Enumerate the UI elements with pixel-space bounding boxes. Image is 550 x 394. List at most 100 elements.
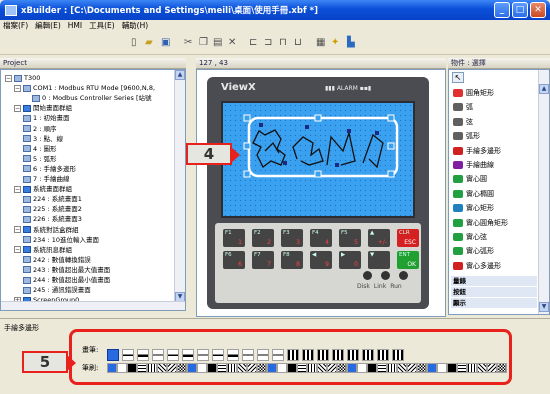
expand-toggle-icon[interactable]: −: [14, 226, 21, 233]
object-tool-item[interactable]: 弦: [453, 115, 473, 129]
object-tool-item[interactable]: 實心圓: [453, 172, 487, 186]
objects-vertical-scrollbar[interactable]: ▲ ▼: [538, 70, 549, 314]
tree-item[interactable]: 225 : 系統畫面2: [23, 204, 82, 214]
keypad-key[interactable]: F2 2: [252, 229, 274, 247]
menu-hmi[interactable]: HMI: [68, 20, 82, 32]
open-icon[interactable]: ▰: [145, 37, 153, 49]
object-tool-item[interactable]: 圓角矩形: [453, 86, 494, 100]
fill-pattern-swatch[interactable]: [377, 363, 387, 373]
fill-pattern-swatch[interactable]: [127, 363, 137, 373]
stroke-style-swatch[interactable]: [317, 349, 329, 361]
keypad-key[interactable]: ▶ 0: [339, 251, 361, 269]
object-tool-item[interactable]: 弧形: [453, 129, 480, 143]
pointer-tool-icon[interactable]: ↖: [452, 72, 464, 83]
keypad-key[interactable]: F4 4: [310, 229, 332, 247]
fill-pattern-swatch[interactable]: [457, 363, 467, 373]
expand-toggle-icon[interactable]: −: [5, 74, 12, 82]
object-tool-item[interactable]: 實心弧形: [453, 244, 494, 258]
expand-toggle-icon[interactable]: −: [14, 185, 21, 193]
fill-pattern-swatch[interactable]: [437, 363, 447, 373]
tree-item[interactable]: − T300: [5, 73, 40, 83]
menu-file[interactable]: 檔案(F): [3, 20, 28, 32]
object-section-header[interactable]: 顯示: [451, 298, 537, 308]
fill-pattern-swatch[interactable]: [357, 363, 367, 373]
stroke-style-swatch[interactable]: [152, 349, 164, 361]
tree-item[interactable]: 234 : 10進位輸入畫面: [23, 235, 99, 245]
object-tool-item[interactable]: 實心矩形: [453, 201, 494, 215]
copy-icon[interactable]: ❐: [199, 37, 208, 49]
fill-pattern-swatch[interactable]: [427, 363, 437, 373]
fill-pattern-swatch[interactable]: [307, 363, 317, 373]
fill-pattern-swatch[interactable]: [167, 363, 177, 373]
tree-item[interactable]: 226 : 系統畫面3: [23, 214, 82, 224]
tree-item[interactable]: − 開始畫面群組: [14, 103, 72, 113]
stroke-style-swatch[interactable]: [167, 349, 179, 361]
align-top-icon[interactable]: ⊓: [279, 37, 287, 49]
object-tool-item[interactable]: 實心圓角矩形: [453, 216, 508, 230]
fill-pattern-swatch[interactable]: [407, 363, 417, 373]
stroke-style-swatch[interactable]: [392, 349, 404, 361]
stroke-style-swatch[interactable]: [362, 349, 374, 361]
keypad-key[interactable]: ENT OK: [397, 251, 419, 269]
align-right-icon[interactable]: ⊐: [264, 37, 272, 49]
hmi-screen[interactable]: [221, 101, 415, 218]
tree-item[interactable]: 244 : 數值超出最小值畫面: [23, 275, 110, 285]
stroke-style-swatch[interactable]: [227, 349, 239, 361]
delete-icon[interactable]: ✕: [228, 37, 236, 49]
grid-icon[interactable]: ▦: [316, 37, 325, 49]
tree-item[interactable]: 242 : 數值轉換錯誤: [23, 255, 91, 265]
fill-pattern-swatch[interactable]: [217, 363, 227, 373]
fill-pattern-swatch[interactable]: [367, 363, 377, 373]
tree-item[interactable]: 2 : 順序: [23, 124, 56, 134]
keypad-key[interactable]: CLR ESC: [397, 229, 419, 247]
fill-pattern-swatch[interactable]: [477, 363, 487, 373]
scroll-up-icon[interactable]: ▲: [175, 70, 185, 80]
save-icon[interactable]: ▣: [161, 37, 170, 49]
object-section-header[interactable]: 按鈕: [451, 287, 537, 297]
stroke-style-swatch[interactable]: [137, 349, 149, 361]
tree-item[interactable]: − 系統訊息群組: [14, 245, 72, 255]
fill-pattern-swatch[interactable]: [257, 363, 267, 373]
fill-pattern-swatch[interactable]: [147, 363, 157, 373]
objects-scroll-down-icon[interactable]: ▼: [539, 302, 549, 312]
menu-edit[interactable]: 編輯(E): [35, 20, 61, 32]
fill-pattern-swatch[interactable]: [317, 363, 327, 373]
design-canvas[interactable]: ViewX ▮▮▮ ALARM ▪▪▮ F1 1 F2 2 F3 3 F4 4 …: [196, 69, 446, 317]
objects-scroll-up-icon[interactable]: ▲: [539, 84, 549, 94]
fill-pattern-swatch[interactable]: [497, 363, 507, 373]
freehand-polygon-drawing[interactable]: [223, 103, 417, 220]
paste-icon[interactable]: ▤: [213, 37, 222, 49]
object-tool-item[interactable]: 弧: [453, 100, 473, 114]
close-button[interactable]: ✕: [530, 2, 546, 18]
stroke-style-swatch[interactable]: [197, 349, 209, 361]
fill-pattern-swatch[interactable]: [107, 363, 117, 373]
tree-horizontal-scrollbar[interactable]: [1, 301, 185, 310]
keypad-key[interactable]: F8 8: [281, 251, 303, 269]
object-tool-item[interactable]: 實心多邊形: [453, 259, 501, 273]
fill-pattern-swatch[interactable]: [327, 363, 337, 373]
fill-pattern-swatch[interactable]: [267, 363, 277, 373]
tree-item[interactable]: 7 : 手繪曲線: [23, 174, 69, 184]
stroke-style-swatch[interactable]: [212, 349, 224, 361]
fill-pattern-swatch[interactable]: [277, 363, 287, 373]
object-tool-item[interactable]: 手繪多邊形: [453, 144, 501, 158]
menu-help[interactable]: 輔助(H): [122, 20, 149, 32]
keypad-key[interactable]: ▲ +/-: [368, 229, 390, 247]
tree-item[interactable]: 6 : 手繪多邊形: [23, 164, 76, 174]
minimize-button[interactable]: _: [494, 2, 510, 18]
tree-item[interactable]: − COM1 : Modbus RTU Mode [9600,N,8,: [14, 83, 155, 93]
tree-item[interactable]: 1 : 初始畫面: [23, 113, 69, 123]
fill-pattern-swatch[interactable]: [207, 363, 217, 373]
fill-pattern-swatch[interactable]: [227, 363, 237, 373]
cut-icon[interactable]: ✂: [184, 37, 192, 49]
stroke-style-swatch[interactable]: [347, 349, 359, 361]
keypad-key[interactable]: ▼.: [368, 251, 390, 269]
stroke-style-swatch[interactable]: [122, 349, 134, 361]
transfer-icon[interactable]: ▙: [347, 37, 355, 49]
fill-pattern-swatch[interactable]: [417, 363, 427, 373]
expand-toggle-icon[interactable]: −: [14, 84, 21, 92]
stroke-style-swatch[interactable]: [107, 349, 119, 361]
fill-pattern-swatch[interactable]: [177, 363, 187, 373]
keypad-key[interactable]: F5 5: [339, 229, 361, 247]
tree-item[interactable]: 245 : 通訊錯誤畫面: [23, 285, 91, 295]
